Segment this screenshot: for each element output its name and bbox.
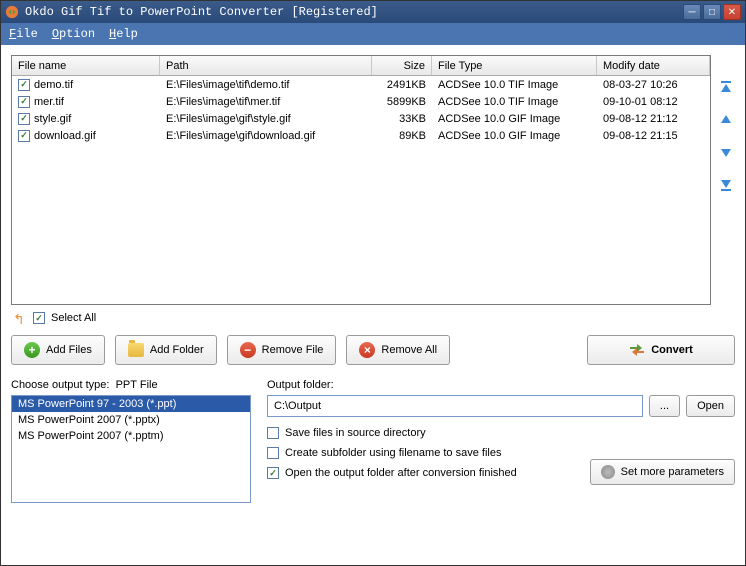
x-icon: × [359, 342, 375, 358]
toolbar: + Add Files Add Folder − Remove File × R… [11, 335, 735, 365]
plus-icon: + [24, 342, 40, 358]
cell-date: 09-10-01 08:12 [597, 96, 710, 108]
gear-icon [601, 465, 615, 479]
header-path[interactable]: Path [160, 56, 372, 75]
row-checkbox[interactable] [18, 130, 30, 142]
cell-filename: mer.tif [34, 96, 64, 108]
move-top-icon[interactable] [717, 79, 735, 97]
table-row[interactable]: style.gif E:\Files\image\gif\style.gif33K… [12, 110, 710, 127]
remove-file-button[interactable]: − Remove File [227, 335, 337, 365]
app-icon [5, 5, 19, 19]
bottom-area: Choose output type: PPT File MS PowerPoi… [11, 379, 735, 503]
folder-icon [128, 343, 144, 357]
output-type-listbox[interactable]: MS PowerPoint 97 - 2003 (*.ppt)MS PowerP… [11, 395, 251, 503]
output-type-option[interactable]: MS PowerPoint 2007 (*.pptx) [12, 412, 250, 428]
table-row[interactable]: download.gif E:\Files\image\gif\download.… [12, 127, 710, 144]
table-body: demo.tif E:\Files\image\tif\demo.tif2491K… [12, 76, 710, 144]
cell-filename: demo.tif [34, 79, 73, 91]
header-modifydate[interactable]: Modify date [597, 56, 710, 75]
window-title: Okdo Gif Tif to PowerPoint Converter [Re… [25, 5, 683, 19]
select-all-row: ↰ Select All [11, 305, 735, 335]
menu-help[interactable]: Help [109, 27, 138, 41]
save-source-row: Save files in source directory [267, 427, 735, 439]
output-folder-input[interactable] [267, 395, 643, 417]
output-type-option[interactable]: MS PowerPoint 97 - 2003 (*.ppt) [12, 396, 250, 412]
cell-size: 2491KB [372, 79, 432, 91]
move-bottom-icon[interactable] [717, 175, 735, 193]
cell-path: E:\Files\image\gif\download.gif [160, 130, 372, 142]
convert-icon [629, 343, 645, 357]
menu-file[interactable]: File [9, 27, 38, 41]
cell-path: E:\Files\image\gif\style.gif [160, 113, 372, 125]
move-up-icon[interactable] [717, 111, 735, 129]
add-folder-button[interactable]: Add Folder [115, 335, 217, 365]
cell-path: E:\Files\image\tif\demo.tif [160, 79, 372, 91]
output-folder-label: Output folder: [267, 379, 735, 391]
cell-date: 09-08-12 21:12 [597, 113, 710, 125]
subfolder-checkbox[interactable] [267, 447, 279, 459]
save-source-label: Save files in source directory [285, 427, 426, 439]
content-area: File name Path Size File Type Modify dat… [1, 45, 745, 565]
window-controls: ─ □ ✕ [683, 4, 741, 20]
menu-option[interactable]: Option [52, 27, 95, 41]
header-filename[interactable]: File name [12, 56, 160, 75]
file-area: File name Path Size File Type Modify dat… [11, 55, 735, 305]
table-header: File name Path Size File Type Modify dat… [12, 56, 710, 76]
maximize-button[interactable]: □ [703, 4, 721, 20]
cell-filename: style.gif [34, 113, 71, 125]
menubar: File Option Help [1, 23, 745, 45]
select-all-label: Select All [51, 312, 96, 324]
select-all-checkbox[interactable] [33, 312, 45, 324]
cell-type: ACDSee 10.0 GIF Image [432, 130, 597, 142]
cell-type: ACDSee 10.0 GIF Image [432, 113, 597, 125]
browse-button[interactable]: ... [649, 395, 680, 417]
convert-button[interactable]: Convert [587, 335, 735, 365]
row-checkbox[interactable] [18, 79, 30, 91]
header-filetype[interactable]: File Type [432, 56, 597, 75]
cell-filename: download.gif [34, 130, 96, 142]
table-row[interactable]: mer.tif E:\Files\image\tif\mer.tif5899KBA… [12, 93, 710, 110]
open-after-checkbox[interactable] [267, 467, 279, 479]
output-type-section: Choose output type: PPT File MS PowerPoi… [11, 379, 251, 503]
move-down-icon[interactable] [717, 143, 735, 161]
cell-date: 09-08-12 21:15 [597, 130, 710, 142]
open-after-label: Open the output folder after conversion … [285, 467, 517, 479]
cell-date: 08-03-27 10:26 [597, 79, 710, 91]
add-files-button[interactable]: + Add Files [11, 335, 105, 365]
minimize-button[interactable]: ─ [683, 4, 701, 20]
minus-icon: − [240, 342, 256, 358]
cell-size: 33KB [372, 113, 432, 125]
cell-type: ACDSee 10.0 TIF Image [432, 96, 597, 108]
cell-path: E:\Files\image\tif\mer.tif [160, 96, 372, 108]
table-row[interactable]: demo.tif E:\Files\image\tif\demo.tif2491K… [12, 76, 710, 93]
output-type-option[interactable]: MS PowerPoint 2007 (*.pptm) [12, 428, 250, 444]
close-button[interactable]: ✕ [723, 4, 741, 20]
subfolder-row: Create subfolder using filename to save … [267, 447, 735, 459]
header-size[interactable]: Size [372, 56, 432, 75]
file-table: File name Path Size File Type Modify dat… [11, 55, 711, 305]
output-folder-section: Output folder: ... Open Save files in so… [267, 379, 735, 503]
titlebar: Okdo Gif Tif to PowerPoint Converter [Re… [1, 1, 745, 23]
remove-all-button[interactable]: × Remove All [346, 335, 450, 365]
save-source-checkbox[interactable] [267, 427, 279, 439]
cell-size: 5899KB [372, 96, 432, 108]
output-type-label: Choose output type: PPT File [11, 379, 251, 391]
open-button[interactable]: Open [686, 395, 735, 417]
subfolder-label: Create subfolder using filename to save … [285, 447, 501, 459]
cell-type: ACDSee 10.0 TIF Image [432, 79, 597, 91]
row-checkbox[interactable] [18, 96, 30, 108]
reorder-arrows [717, 55, 735, 305]
set-more-parameters-button[interactable]: Set more parameters [590, 459, 735, 485]
row-checkbox[interactable] [18, 113, 30, 125]
cell-size: 89KB [372, 130, 432, 142]
up-arrow-icon: ↰ [13, 311, 27, 325]
main-window: Okdo Gif Tif to PowerPoint Converter [Re… [0, 0, 746, 566]
